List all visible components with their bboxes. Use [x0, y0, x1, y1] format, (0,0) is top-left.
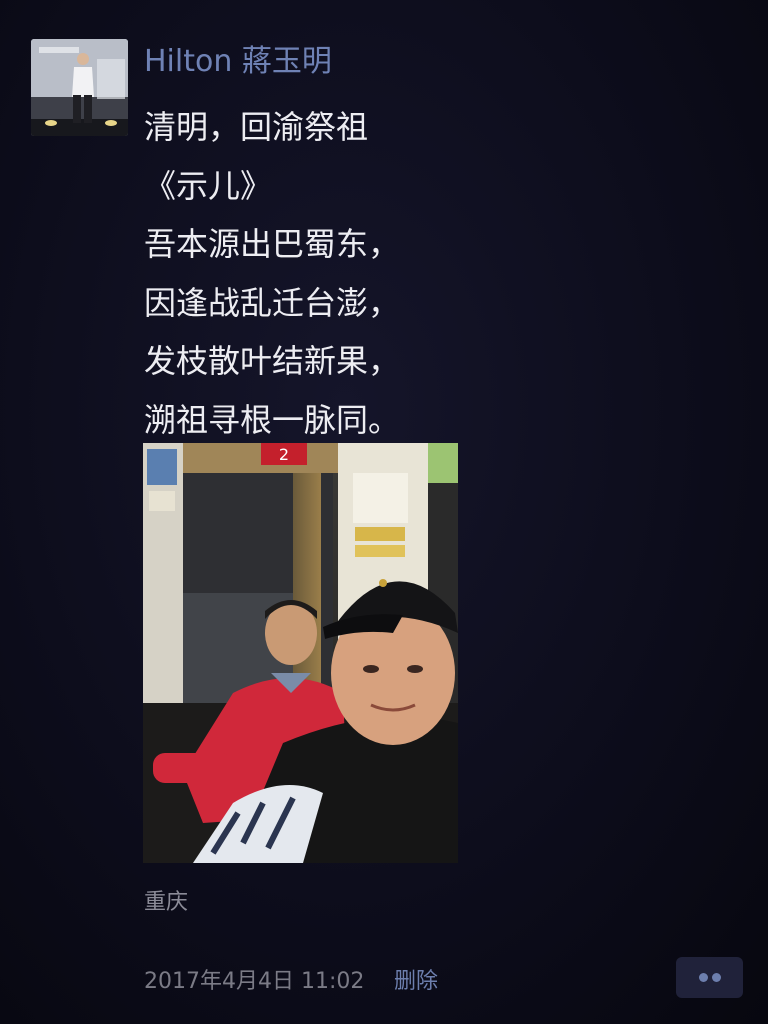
post-text-line: 《示儿》 [144, 166, 273, 205]
photo-sign-text: 2 [279, 445, 289, 464]
post-text-line: 发枝散叶结新果， [144, 342, 401, 380]
post-location[interactable]: 重庆 [144, 888, 188, 918]
post-text-line: 清明，回渝祭祖 [144, 108, 369, 146]
avatar-photo [31, 39, 128, 136]
author-avatar[interactable] [31, 39, 128, 136]
post-photo[interactable]: 2 [143, 443, 458, 863]
post-timestamp: 2017年4月4日 11:02 [144, 969, 365, 994]
post-text-line: 吾本源出巴蜀东， [144, 225, 401, 263]
post-text-line: 溯祖寻根一脉同。 [144, 400, 401, 439]
selfie-photo: 2 [143, 443, 458, 863]
delete-button[interactable]: 删除 [394, 966, 438, 998]
post-text: 清明，回渝祭祖 《示儿》 吾本源出巴蜀东， 因逢战乱迁台澎， 发枝散叶结新果， … [144, 98, 704, 449]
more-dots-icon [712, 973, 721, 982]
author-name[interactable]: Hilton 蔣玉明 [144, 42, 332, 82]
post-text-line: 因逢战乱迁台澎， [144, 283, 401, 322]
more-button[interactable] [676, 957, 743, 998]
moments-post: Hilton 蔣玉明 清明，回渝祭祖 《示儿》 吾本源出巴蜀东， 因逢战乱迁台澎… [0, 0, 768, 1024]
more-dots-icon [699, 973, 708, 982]
